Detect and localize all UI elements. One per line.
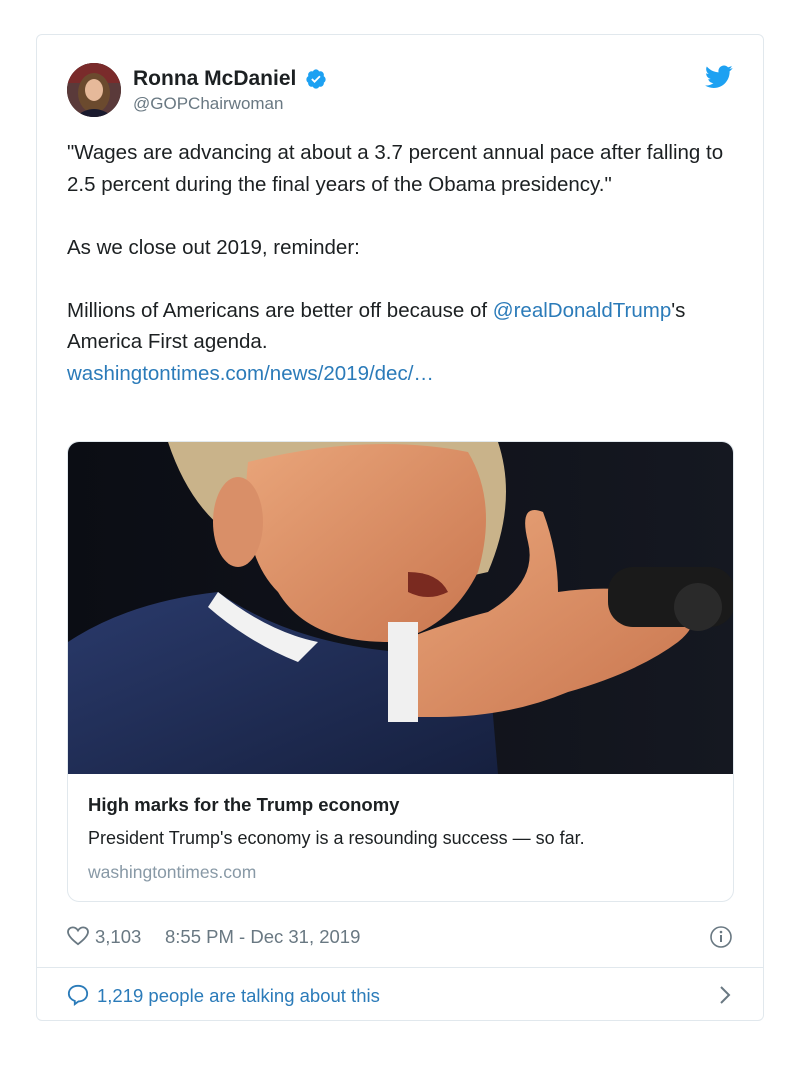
tweet-quote: "Wages are advancing at about a 3.7 perc… bbox=[67, 141, 724, 196]
tweet-text: "Wages are advancing at about a 3.7 perc… bbox=[67, 137, 737, 389]
people-talking-text: 1,219 people are talking about this bbox=[97, 985, 380, 1006]
tweet-meta: 3,103 8:55 PM - Dec 31, 2019 bbox=[67, 923, 733, 953]
mention-link[interactable]: @realDonaldTrump bbox=[493, 299, 671, 322]
author-display-name[interactable]: Ronna McDaniel bbox=[133, 67, 296, 91]
like-count[interactable]: 3,103 bbox=[95, 926, 141, 948]
tweet-reminder: As we close out 2019, reminder: bbox=[67, 235, 360, 259]
footer-divider bbox=[37, 967, 763, 968]
tweet-header: Ronna McDaniel @GOPChairwoman bbox=[67, 63, 733, 119]
author-names: Ronna McDaniel @GOPChairwoman bbox=[133, 67, 327, 114]
conversation-link[interactable]: 1,219 people are talking about this bbox=[67, 979, 733, 1013]
avatar[interactable] bbox=[67, 63, 121, 117]
link-preview-text: High marks for the Trump economy Preside… bbox=[88, 794, 713, 883]
heart-icon[interactable] bbox=[67, 926, 89, 946]
link-preview-title: High marks for the Trump economy bbox=[88, 794, 400, 815]
twitter-bird-icon[interactable] bbox=[705, 65, 733, 89]
link-preview-description: President Trump's economy is a resoundin… bbox=[88, 828, 585, 848]
link-preview-domain: washingtontimes.com bbox=[88, 862, 257, 882]
tweet-agenda: Millions of Americans are better off bec… bbox=[67, 295, 737, 358]
link-preview-card[interactable]: High marks for the Trump economy Preside… bbox=[67, 441, 734, 902]
author-handle[interactable]: @GOPChairwoman bbox=[133, 94, 327, 114]
verified-badge-icon bbox=[306, 69, 326, 89]
speech-bubble-icon bbox=[67, 984, 89, 1006]
tweet-timestamp[interactable]: 8:55 PM - Dec 31, 2019 bbox=[165, 926, 360, 948]
article-url-link[interactable]: washingtontimes.com/news/2019/dec/… bbox=[67, 362, 434, 385]
info-icon[interactable] bbox=[709, 925, 733, 949]
article-photo bbox=[68, 442, 733, 774]
chevron-right-icon bbox=[720, 986, 731, 1004]
agenda-prefix: Millions of Americans are better off bec… bbox=[67, 298, 493, 322]
tweet-card: Ronna McDaniel @GOPChairwoman "Wages are… bbox=[36, 34, 764, 1021]
